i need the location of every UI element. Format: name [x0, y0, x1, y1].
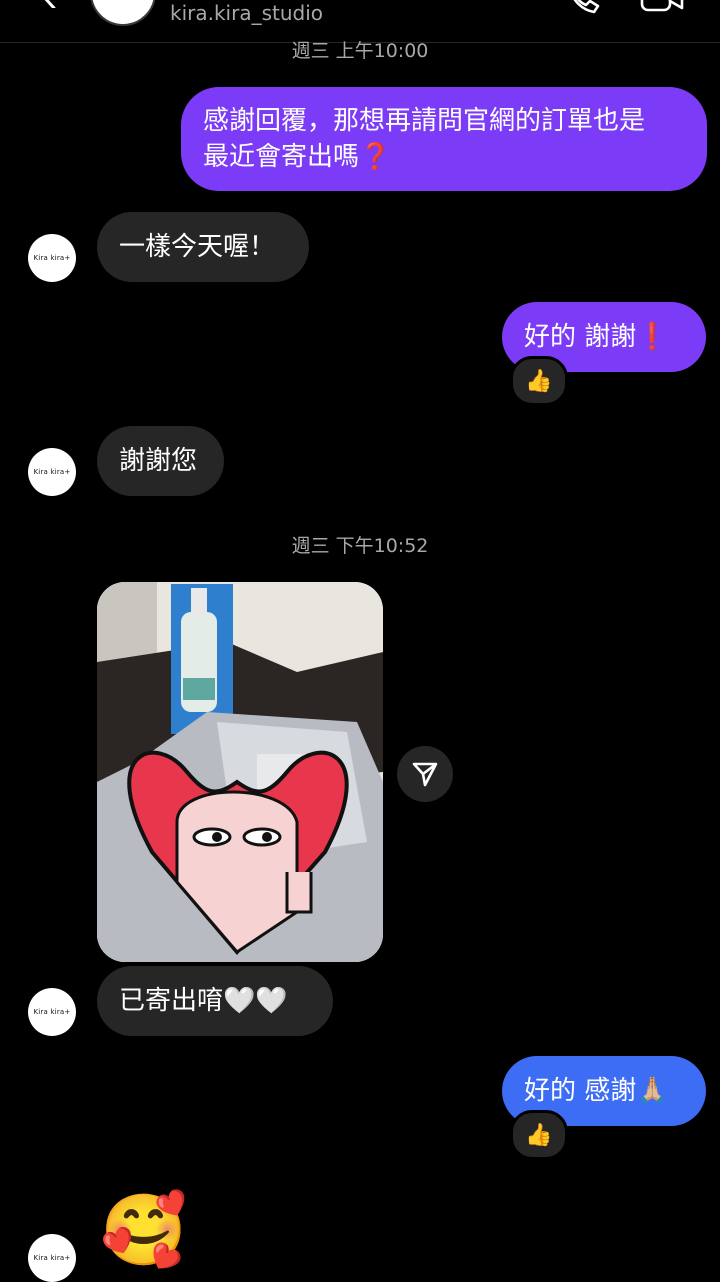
- outgoing-message[interactable]: 感謝回覆，那想再請問官網的訂單也是 最近會寄出嗎❓: [181, 87, 707, 191]
- incoming-message[interactable]: 一樣今天喔！: [97, 212, 309, 282]
- shipping-package-image: [97, 582, 383, 962]
- incoming-message[interactable]: 已寄出唷🤍🤍: [97, 966, 333, 1036]
- video-icon[interactable]: [640, 0, 684, 12]
- contact-avatar[interactable]: Kira kira+: [28, 234, 76, 282]
- header-username[interactable]: kira.kira_studio: [170, 1, 323, 25]
- contact-avatar[interactable]: Kira kira+: [28, 988, 76, 1036]
- contact-avatar[interactable]: Kira kira+: [28, 448, 76, 496]
- thumbs-up-reaction[interactable]: 👍: [510, 1110, 568, 1160]
- send-share-icon: [412, 762, 438, 787]
- phone-icon[interactable]: [566, 0, 600, 14]
- back-arrow-icon[interactable]: [38, 0, 60, 8]
- incoming-message[interactable]: 謝謝您: [97, 426, 224, 496]
- timestamp: 週三 上午10:00: [291, 40, 429, 62]
- contact-avatar[interactable]: Kira kira+: [28, 1234, 76, 1282]
- share-button[interactable]: [397, 746, 453, 802]
- thumbs-up-reaction[interactable]: 👍: [510, 356, 568, 406]
- timestamp: 週三 下午10:52: [291, 535, 429, 557]
- photo-message[interactable]: [97, 582, 383, 962]
- emoji-message[interactable]: 🥰: [100, 1190, 187, 1270]
